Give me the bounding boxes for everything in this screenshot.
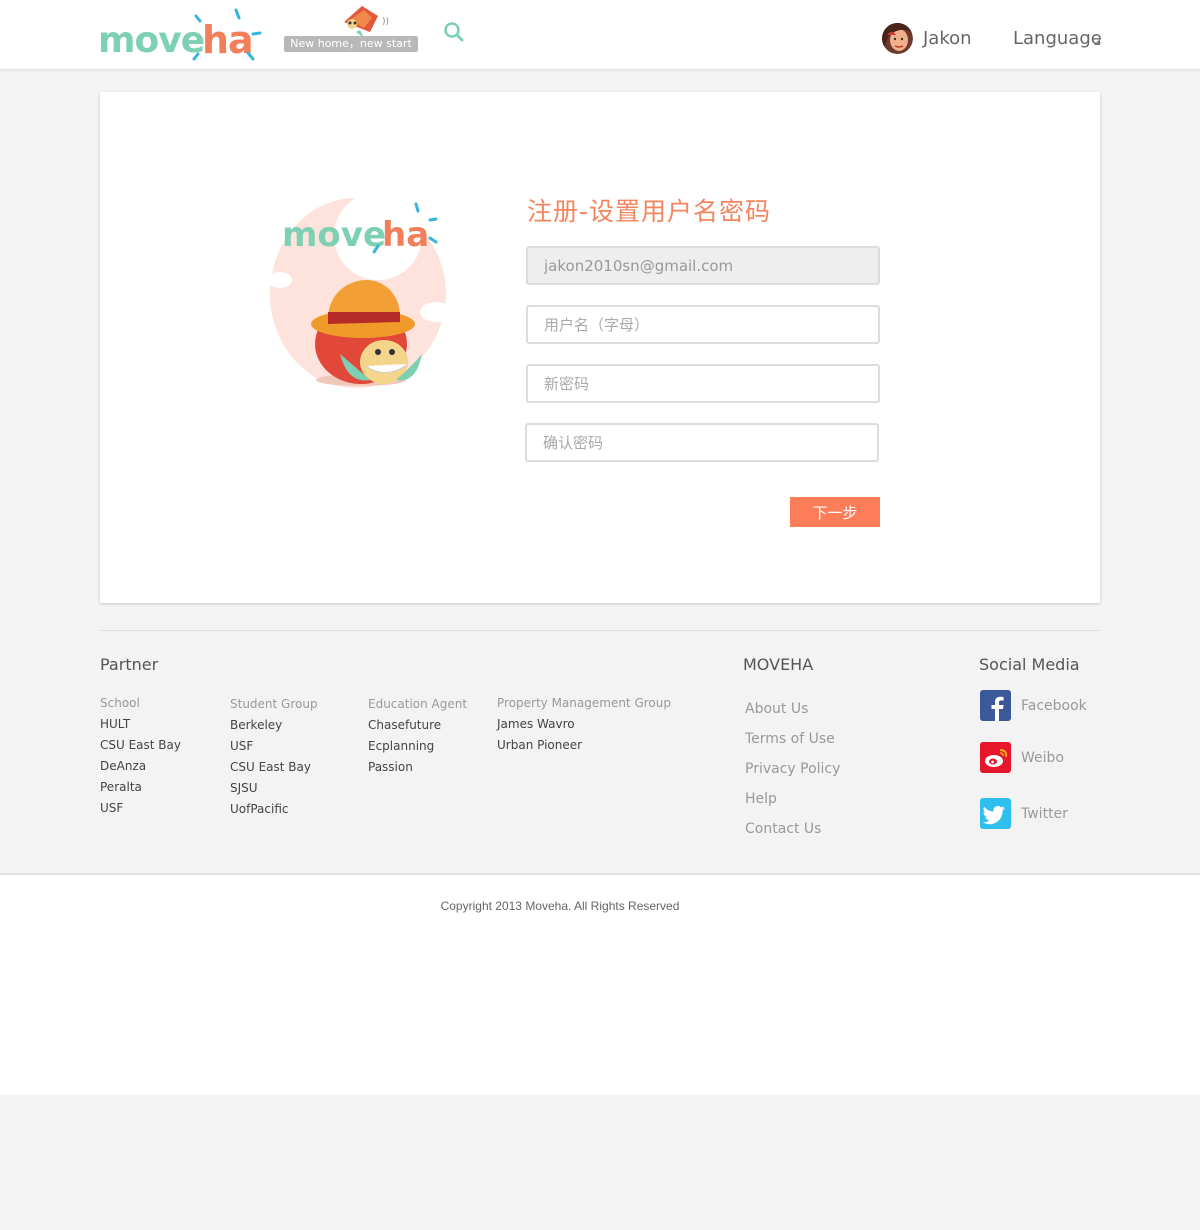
partner-column-school: School HULT CSU East Bay DeAnza Peralta … [100, 693, 181, 819]
partner-column-heading: Education Agent [368, 697, 468, 711]
terms-of-use-link[interactable]: Terms of Use [745, 724, 840, 754]
moveha-links: About Us Terms of Use Privacy Policy Hel… [745, 694, 840, 844]
moveha-logo[interactable]: move ha [98, 6, 268, 66]
copyright-text: Copyright 2013 Moveha. All Rights Reserv… [440, 899, 680, 913]
weibo-link[interactable]: Weibo [980, 742, 1064, 773]
partner-link[interactable]: UofPacific [230, 799, 318, 820]
email-field[interactable] [526, 246, 880, 285]
search-icon[interactable] [442, 20, 466, 44]
partner-link[interactable]: CSU East Bay [100, 735, 181, 756]
logo-sparkle-icon [192, 8, 262, 61]
twitter-label[interactable]: Twitter [1021, 806, 1068, 822]
twitter-icon[interactable] [980, 798, 1011, 829]
user-menu[interactable]: Jakon [882, 22, 972, 54]
partner-link[interactable]: Chasefuture [368, 715, 467, 736]
top-header: move ha )) New home，new start Jakon Lang… [0, 0, 1200, 70]
privacy-policy-link[interactable]: Privacy Policy [745, 754, 840, 784]
footer-divider [100, 630, 1100, 631]
language-selector[interactable]: Language [1013, 28, 1102, 49]
partner-link[interactable]: USF [100, 798, 181, 819]
partner-link[interactable]: HULT [100, 714, 181, 735]
weibo-label[interactable]: Weibo [1021, 750, 1064, 766]
svg-text:)): )) [382, 17, 389, 27]
facebook-icon[interactable] [980, 690, 1011, 721]
facebook-link[interactable]: Facebook [980, 690, 1087, 721]
partner-column-heading: Student Group [230, 697, 318, 711]
partner-link[interactable]: DeAnza [100, 756, 181, 777]
moveha-mascot-illustration: move ha [266, 192, 452, 394]
twitter-link[interactable]: Twitter [980, 798, 1068, 829]
partner-link[interactable]: Berkeley [230, 715, 318, 736]
partner-link[interactable]: CSU East Bay [230, 757, 318, 778]
form-title: 注册-设置用户名密码 [527, 197, 772, 226]
partner-column-student-group: Student Group Berkeley USF CSU East Bay … [230, 694, 318, 820]
mascot-logo-move: move [282, 215, 386, 255]
partner-heading: Partner [100, 655, 159, 674]
facebook-label[interactable]: Facebook [1021, 698, 1087, 714]
user-name[interactable]: Jakon [923, 28, 972, 49]
partner-column-heading: Property Management Group [497, 696, 671, 710]
partner-column-property-management: Property Management Group James Wavro Ur… [497, 693, 671, 756]
partner-link[interactable]: Urban Pioneer [497, 735, 671, 756]
partner-column-education-agent: Education Agent Chasefuture Ecplanning P… [368, 694, 467, 778]
register-card: move ha 注册-设置用户名密码 下一步 [100, 92, 1100, 603]
mascot-logo-ha: ha [382, 215, 429, 255]
username-input[interactable] [526, 305, 880, 344]
copyright-bar: Copyright 2013 Moveha. All Rights Reserv… [0, 873, 1200, 1095]
social-media-heading: Social Media [979, 655, 1080, 674]
partner-link[interactable]: Peralta [100, 777, 181, 798]
partner-link[interactable]: Ecplanning [368, 736, 467, 757]
confirm-password-input[interactable] [525, 423, 879, 462]
moveha-heading: MOVEHA [743, 655, 814, 674]
partner-link[interactable]: Passion [368, 757, 467, 778]
slogan-badge: )) New home，new start [284, 4, 420, 52]
slogan-text: New home，new start [284, 36, 418, 52]
new-password-input[interactable] [526, 364, 880, 403]
about-us-link[interactable]: About Us [745, 694, 840, 724]
partner-link[interactable]: SJSU [230, 778, 318, 799]
weibo-icon[interactable] [980, 742, 1011, 773]
contact-us-link[interactable]: Contact Us [745, 814, 840, 844]
help-link[interactable]: Help [745, 784, 840, 814]
partner-link[interactable]: James Wavro [497, 714, 671, 735]
avatar[interactable] [882, 22, 913, 54]
bird-mascot-icon: )) [344, 6, 389, 38]
next-step-button[interactable]: 下一步 [790, 497, 880, 527]
partner-column-heading: School [100, 696, 140, 710]
partner-link[interactable]: USF [230, 736, 318, 757]
language-caret-icon[interactable] [1094, 39, 1100, 45]
